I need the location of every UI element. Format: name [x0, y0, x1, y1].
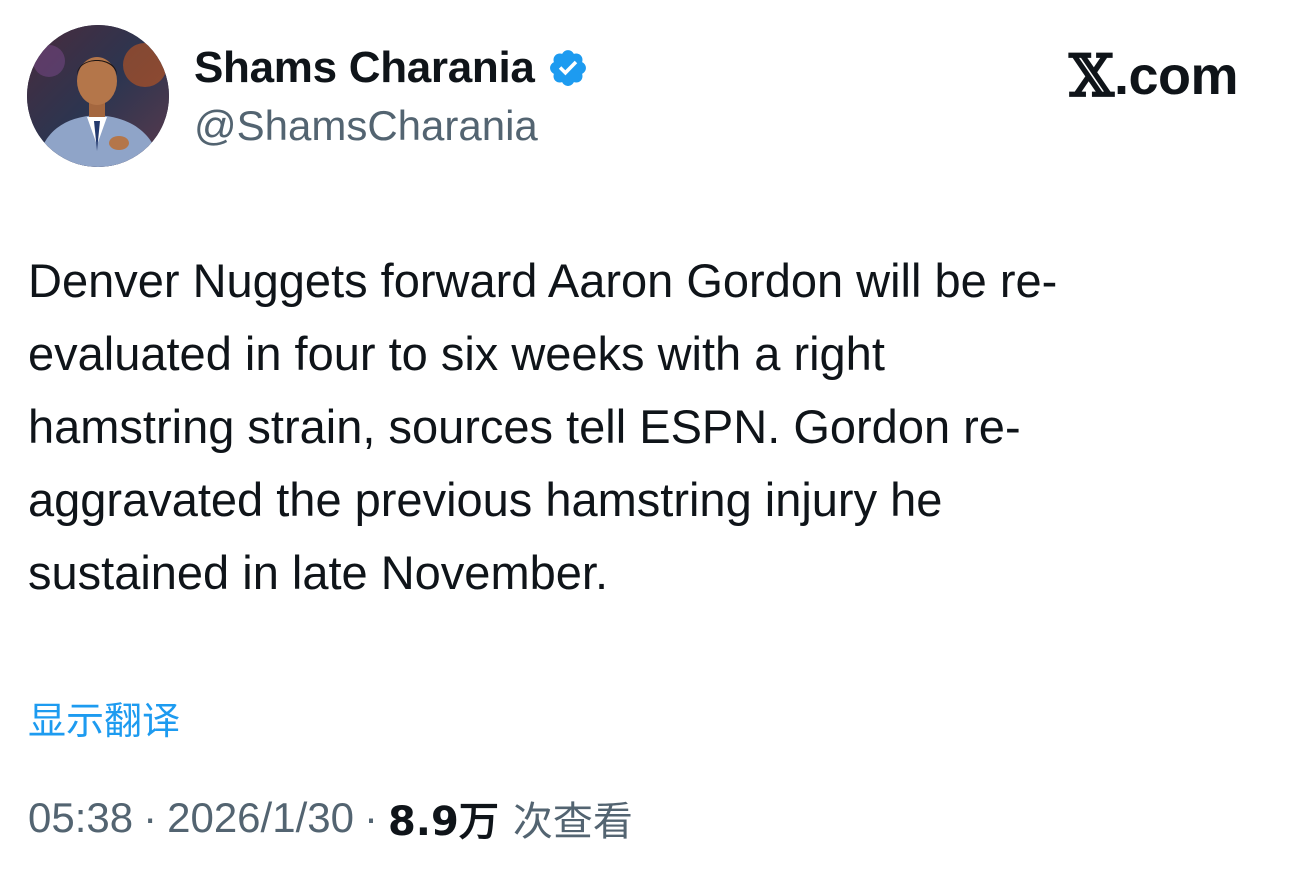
views-label: 次查看 — [512, 799, 633, 845]
tweet-text-line: Denver Nuggets forward Aaron Gordon will… — [28, 254, 1058, 307]
x-logo-icon: 𝕏 — [1068, 42, 1114, 110]
brand-domain: .com — [1113, 46, 1239, 106]
author-display-name[interactable]: Shams Charania — [194, 43, 535, 93]
tweet-date[interactable]: 2026/1/30 — [167, 794, 354, 842]
x-brand-watermark: 𝕏 .com — [1068, 42, 1239, 110]
meta-separator: · — [363, 794, 378, 841]
tweet-time[interactable]: 05:38 — [28, 794, 133, 842]
author-name-row: Shams Charania — [194, 40, 589, 96]
author-handle[interactable]: @ShamsCharania — [194, 102, 538, 150]
avatar-image — [27, 25, 169, 167]
views-count[interactable]: 8.9万 — [388, 789, 499, 847]
avatar[interactable] — [27, 25, 169, 167]
tweet-text: Denver Nuggets forward Aaron Gordon will… — [28, 244, 1248, 609]
meta-separator: · — [143, 794, 158, 841]
verified-badge-icon[interactable] — [547, 47, 589, 89]
tweet-text-line: aggravated the previous hamstring injury… — [28, 473, 943, 526]
tweet-header: Shams Charania @ShamsCharania 𝕏 .com — [0, 0, 1290, 190]
tweet-text-line: sustained in late November. — [28, 546, 608, 599]
tweet-text-line: evaluated in four to six weeks with a ri… — [28, 327, 885, 380]
tweet-text-line: hamstring strain, sources tell ESPN. Gor… — [28, 400, 1021, 453]
show-translation-link[interactable]: 显示翻译 — [28, 690, 180, 745]
tweet-meta: 05:38 · 2026/1/30 · 8.9万 次查看 — [28, 790, 633, 846]
